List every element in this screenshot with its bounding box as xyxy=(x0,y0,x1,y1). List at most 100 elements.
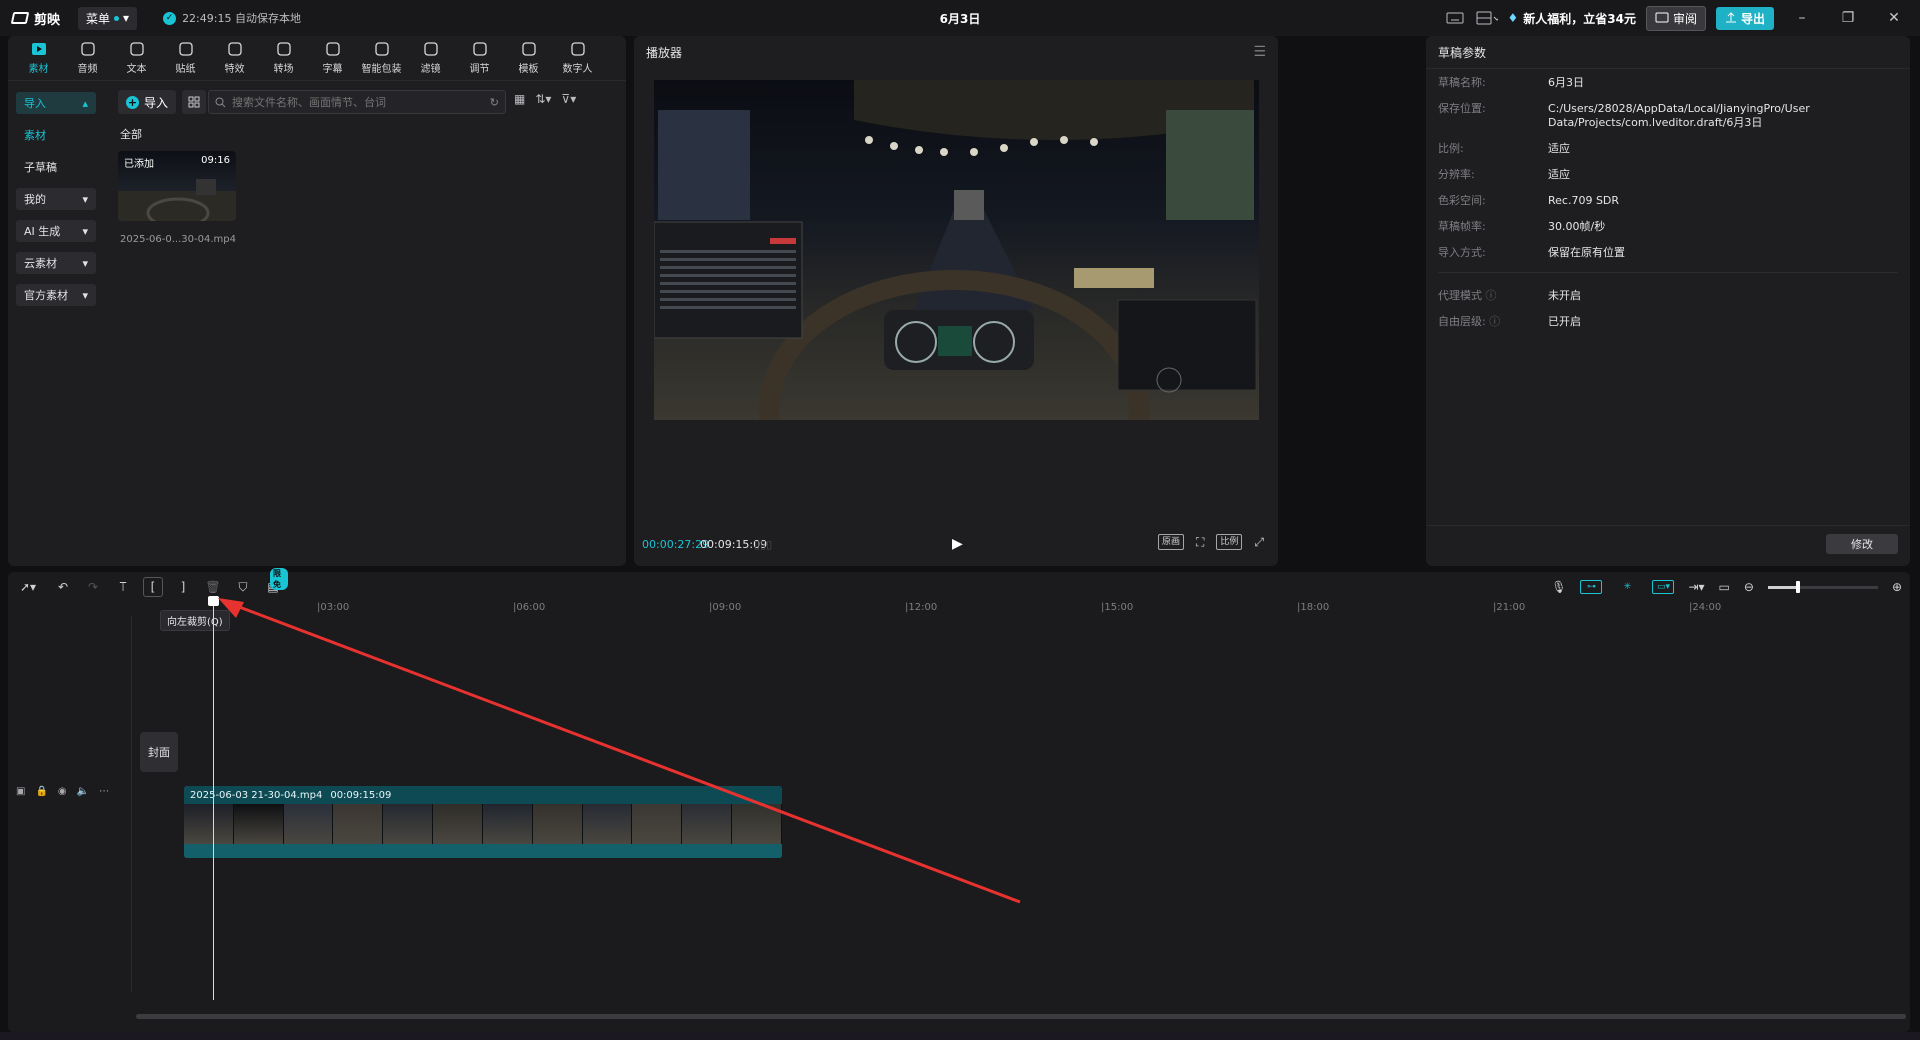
side-import[interactable]: 导入 ▴ xyxy=(16,92,96,114)
prop-value: Rec.709 SDR xyxy=(1548,194,1620,207)
tab-label: 素材 xyxy=(28,64,49,75)
hamburger-menu-icon[interactable]: ☰ xyxy=(1253,44,1266,60)
play-icon[interactable]: ▶ xyxy=(952,536,968,552)
restore-icon[interactable]: ❐ xyxy=(1830,0,1866,36)
import-label: 导入 xyxy=(144,95,169,110)
side-mine[interactable]: 我的 ▾ xyxy=(16,188,96,210)
player-panel: 播放器 ☰ 00:00:27:29 00:09:15:09 ▯▯▯ ▶ 原画 ⛶… xyxy=(634,36,1278,566)
tab-media[interactable]: 素材 xyxy=(14,36,63,80)
side-sub-draft-label: 子草稿 xyxy=(24,161,57,174)
shortcut-keyboard-icon[interactable] xyxy=(1444,7,1466,29)
prop-value: C:/Users/28028/AppData/Local/JianyingPro… xyxy=(1548,102,1810,129)
import-button[interactable]: + 导入 xyxy=(118,90,177,114)
prop-key: 自由层级: ⓘ xyxy=(1438,315,1501,328)
search-box[interactable]: ↻ xyxy=(208,90,506,114)
autosave-text: 22:49:15 自动保存本地 xyxy=(182,12,301,25)
ratio-button[interactable]: 比例 xyxy=(1216,534,1243,550)
tab-transition[interactable]: 转场 xyxy=(259,36,308,80)
search-input[interactable] xyxy=(232,95,484,109)
original-quality-button[interactable]: 原画 xyxy=(1157,534,1184,550)
thumbnail-size-icon[interactable]: ▦ xyxy=(514,92,525,106)
prop-key: 草稿帧率: xyxy=(1438,220,1486,233)
prop-value: 保留在原有位置 xyxy=(1548,246,1625,259)
info-icon[interactable]: ⓘ xyxy=(1486,289,1497,302)
taskbar xyxy=(0,1032,1920,1040)
filter-icon xyxy=(422,40,440,58)
smart-pack-icon xyxy=(373,40,391,58)
tab-smart-pack[interactable]: 智能包装 xyxy=(357,36,406,80)
fullscreen-icon[interactable]: ⤢ xyxy=(1254,535,1264,550)
props-list: 草稿名称: 6月3日 保存位置: C:/Users/28028/AppData/Loc… xyxy=(1438,76,1898,341)
modify-button[interactable]: 修改 xyxy=(1826,534,1898,554)
tab-effects[interactable]: 特效 xyxy=(210,36,259,80)
media-thumbnail[interactable]: 已添加 09:16 xyxy=(118,151,236,221)
prop-key: 分辨率: xyxy=(1438,168,1475,181)
added-badge: 已添加 xyxy=(124,159,154,170)
tab-audio[interactable]: 音频 xyxy=(63,36,112,80)
notification-dot-icon xyxy=(114,15,120,21)
video-preview[interactable] xyxy=(654,80,1259,420)
prop-value: 适应 xyxy=(1548,168,1570,181)
side-ai[interactable]: AI 生成 ▾ xyxy=(16,220,96,242)
close-icon[interactable]: ✕ xyxy=(1876,0,1912,36)
sticker-icon xyxy=(177,40,195,58)
sort-icon[interactable]: ⇅▾ xyxy=(535,92,551,106)
minimize-icon[interactable]: – xyxy=(1784,0,1820,36)
fit-screen-icon[interactable]: ⛶ xyxy=(1196,535,1204,550)
plus-icon: + xyxy=(126,95,139,109)
section-all-label: 全部 xyxy=(120,128,142,141)
tab-avatar[interactable]: 数字人 xyxy=(553,36,602,80)
subtitle-icon xyxy=(324,40,342,58)
transition-icon xyxy=(275,40,293,58)
export-button[interactable]: 导出 xyxy=(1715,6,1774,30)
side-material-label: 素材 xyxy=(24,129,46,142)
tab-subtitle[interactable]: 字幕 xyxy=(308,36,357,80)
tab-label: 模板 xyxy=(518,64,539,75)
chevron-down-icon: ▾ xyxy=(82,224,88,238)
chevron-down-icon: ▾ xyxy=(123,11,130,25)
grid-icon xyxy=(188,96,200,108)
player-title: 播放器 xyxy=(646,46,683,60)
media-icon xyxy=(30,40,48,58)
review-label: 审阅 xyxy=(1672,11,1697,26)
prop-key: 代理模式 ⓘ xyxy=(1438,289,1497,302)
tab-filter[interactable]: 滤镜 xyxy=(406,36,455,80)
media-filename: 2025-06-0...30-04.mp4 xyxy=(120,234,236,245)
side-nav: 导入 ▴ 素材 子草稿 我的 ▾ AI 生成 ▾ 云素材 ▾ 官方素材 ▾ xyxy=(16,92,96,316)
promo-banner[interactable]: ♦ 新人福利，立省34元 xyxy=(1508,10,1636,27)
side-ai-label: AI 生成 xyxy=(24,225,61,238)
tab-text[interactable]: 文本 xyxy=(112,36,161,80)
annotation-arrow xyxy=(218,598,1021,904)
template-icon xyxy=(520,40,538,58)
grid-view-button[interactable] xyxy=(182,90,207,114)
prop-row: 草稿名称: 6月3日 xyxy=(1438,76,1898,90)
side-sub-draft[interactable]: 子草稿 xyxy=(16,156,96,178)
upload-icon xyxy=(1725,12,1736,23)
filter-icon[interactable]: ⊽▾ xyxy=(561,92,576,106)
side-cloud-label: 云素材 xyxy=(24,257,57,270)
side-cloud[interactable]: 云素材 ▾ xyxy=(16,252,96,274)
tab-label: 文本 xyxy=(126,64,147,75)
app-logo: 剪映 xyxy=(10,9,60,28)
tab-adjust[interactable]: 调节 xyxy=(455,36,504,80)
tab-label: 贴纸 xyxy=(175,64,196,75)
audio-icon xyxy=(79,40,97,58)
side-official[interactable]: 官方素材 ▾ xyxy=(16,284,96,306)
info-icon[interactable]: ⓘ xyxy=(1489,315,1500,328)
refresh-icon[interactable]: ↻ xyxy=(490,96,499,109)
side-mine-label: 我的 xyxy=(24,193,46,206)
chevron-down-icon: ▾ xyxy=(82,192,88,206)
prop-row: 比例: 适应 xyxy=(1438,142,1898,156)
side-material[interactable]: 素材 xyxy=(16,124,96,146)
props-title: 草稿参数 xyxy=(1438,46,1487,60)
layout-icon[interactable] xyxy=(1476,7,1498,29)
menu-button[interactable]: 菜单 ▾ xyxy=(78,6,138,30)
prop-key: 导入方式: xyxy=(1438,246,1486,259)
tab-sticker[interactable]: 贴纸 xyxy=(161,36,210,80)
prop-value: 已开启 xyxy=(1548,315,1581,328)
waveform-icon: ▯▯▯ xyxy=(754,538,773,551)
tab-template[interactable]: 模板 xyxy=(504,36,553,80)
review-button[interactable]: 审阅 xyxy=(1645,5,1706,31)
tab-label: 音频 xyxy=(77,64,98,75)
chevron-up-icon: ▴ xyxy=(82,96,88,110)
